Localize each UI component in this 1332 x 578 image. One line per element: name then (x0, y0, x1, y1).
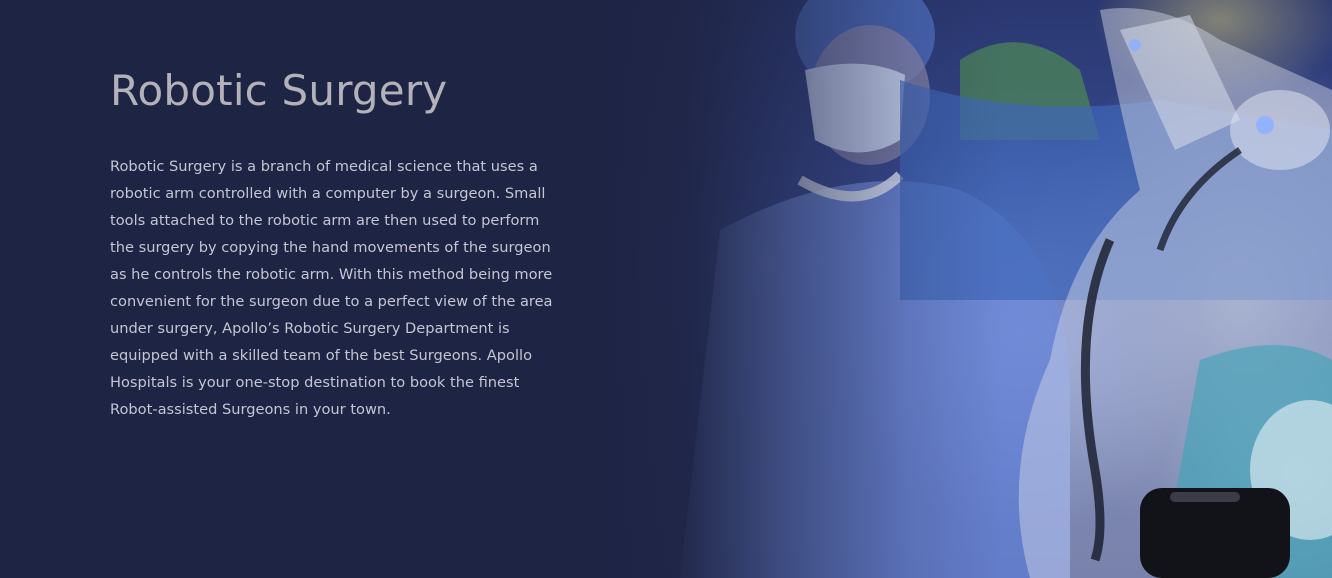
robotic-surgery-photo (600, 0, 1332, 578)
section-content: Robotic Surgery Robotic Surgery is a bra… (110, 62, 560, 423)
surgeon-mask (805, 63, 905, 153)
robot-led-light-2 (1129, 39, 1141, 51)
surgery-scene-illustration (680, 0, 1332, 578)
section-description: Robotic Surgery is a branch of medical s… (110, 158, 553, 418)
instrument-cylinder-highlight (1170, 492, 1240, 502)
robot-led-light (1256, 116, 1274, 134)
robotic-surgery-section: Robotic Surgery Robotic Surgery is a bra… (0, 0, 1332, 578)
section-title: Robotic Surgery (110, 66, 448, 115)
robot-joint (1230, 90, 1330, 170)
